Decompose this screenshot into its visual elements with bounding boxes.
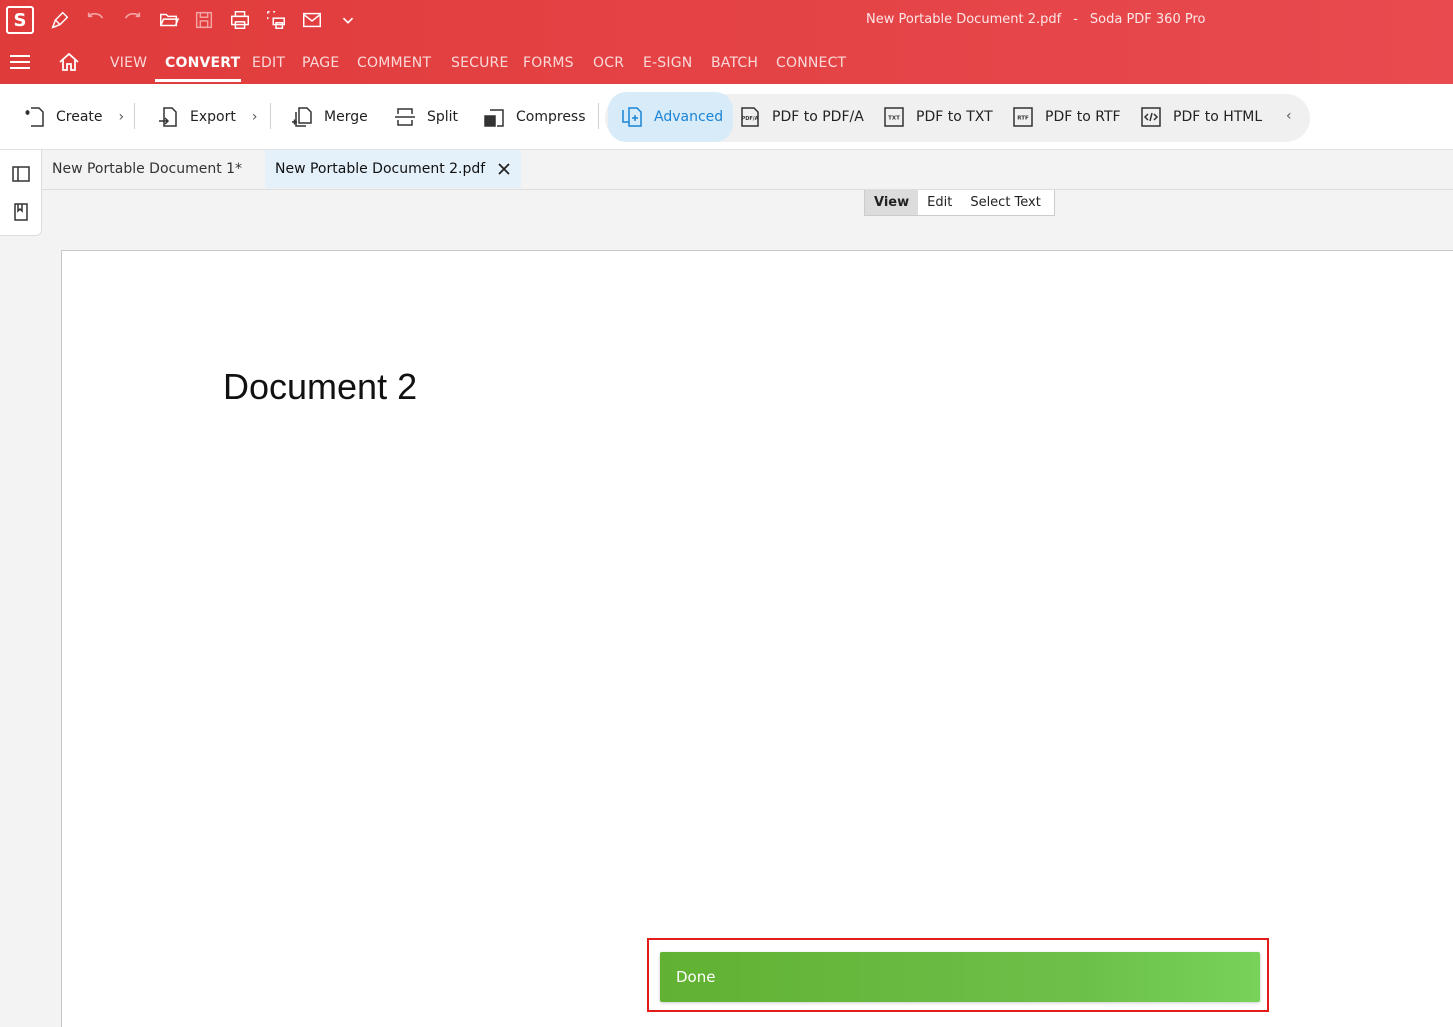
menu-ocr[interactable]: OCR [593, 55, 624, 71]
split-button[interactable]: Split [383, 92, 468, 142]
title-separator: - [1073, 12, 1078, 27]
document-page[interactable]: Document 2 [61, 250, 1453, 1027]
menu-forms[interactable]: FORMS [523, 55, 574, 71]
title-bar: S New Portable Document 2.pdf - Soda PDF 3… [0, 0, 1453, 40]
document-heading: Document 2 [223, 366, 418, 407]
pdf-to-rtf-label: PDF to RTF [1045, 109, 1121, 125]
export-label: Export [190, 109, 236, 125]
tab-document-1[interactable]: New Portable Document 1* [42, 150, 252, 188]
pdf-to-html-label: PDF to HTML [1173, 109, 1263, 125]
side-panel-rail [0, 150, 42, 236]
menu-bar: VIEW CONVERT EDIT PAGE COMMENT SECURE FO… [0, 40, 1453, 84]
pdf-to-txt-button[interactable]: TXT PDF to TXT [872, 92, 1003, 142]
svg-text:PDF/A: PDF/A [742, 116, 759, 122]
tab-label: New Portable Document 2.pdf [275, 161, 486, 177]
view-mode-button[interactable]: View [865, 190, 919, 215]
advanced-convert-icon [622, 107, 642, 127]
export-icon [159, 107, 177, 127]
menu-convert[interactable]: CONVERT [165, 55, 240, 71]
undo-icon[interactable] [84, 8, 108, 32]
compress-label: Compress [516, 109, 586, 125]
window-title: New Portable Document 2.pdf - Soda PDF 360… [866, 12, 1205, 27]
pdf-to-txt-label: PDF to TXT [916, 109, 993, 125]
merge-button[interactable]: Merge [280, 92, 378, 142]
svg-text:TXT: TXT [888, 116, 900, 122]
save-icon[interactable] [192, 8, 216, 32]
menu-secure[interactable]: SECURE [451, 55, 509, 71]
done-notification[interactable]: Done [660, 952, 1260, 1002]
toolbar-divider [134, 103, 135, 129]
print-preview-icon[interactable] [264, 8, 288, 32]
create-label: Create [56, 109, 103, 125]
create-document-icon [25, 107, 44, 127]
pdf-to-pdfa-label: PDF to PDF/A [772, 109, 864, 125]
rtf-file-icon: RTF [1013, 107, 1033, 127]
menu-page[interactable]: PAGE [302, 55, 339, 71]
advanced-button[interactable]: Advanced [608, 92, 734, 142]
toolbar-divider [270, 103, 271, 129]
pen-icon[interactable] [48, 8, 72, 32]
chevron-right-icon: › [118, 109, 125, 125]
home-icon[interactable] [58, 52, 80, 72]
toolbar-divider [598, 103, 599, 129]
menu-comment[interactable]: COMMENT [357, 55, 431, 71]
panel-toggle-icon[interactable] [11, 164, 31, 184]
edit-mode-button[interactable]: Edit [918, 190, 961, 215]
menu-edit[interactable]: EDIT [252, 55, 285, 71]
active-menu-indicator [155, 79, 241, 82]
ribbon-toolbar: Create › Export › Merge Split Compress A… [0, 84, 1453, 150]
menu-view[interactable]: VIEW [110, 55, 147, 71]
chevron-down-icon[interactable] [336, 8, 360, 32]
html-code-icon [1141, 107, 1161, 127]
close-icon[interactable] [497, 162, 511, 176]
create-button[interactable]: Create › [12, 92, 134, 142]
svg-text:RTF: RTF [1017, 116, 1029, 122]
pdf-to-pdfa-button[interactable]: PDF/A PDF to PDF/A [728, 92, 874, 142]
document-title: New Portable Document 2.pdf [866, 12, 1062, 27]
bookmark-icon[interactable] [11, 202, 31, 222]
pdfa-file-icon: PDF/A [741, 107, 759, 127]
pdf-to-rtf-button[interactable]: RTF PDF to RTF [1001, 92, 1131, 142]
tab-label: New Portable Document 1* [52, 161, 243, 177]
compress-button[interactable]: Compress [472, 92, 596, 142]
select-text-mode-button[interactable]: Select Text [961, 190, 1050, 215]
hamburger-menu-icon[interactable] [10, 54, 30, 70]
chevron-left-icon[interactable]: ‹ [1286, 108, 1292, 124]
notification-text: Done [676, 968, 716, 986]
open-folder-icon[interactable] [157, 8, 181, 32]
split-icon [395, 108, 415, 126]
print-icon[interactable] [228, 8, 252, 32]
document-tab-bar: New Portable Document 1* New Portable Do… [42, 150, 1453, 190]
split-label: Split [427, 109, 459, 125]
app-logo[interactable]: S [6, 6, 34, 34]
redo-icon[interactable] [120, 8, 144, 32]
mail-icon[interactable] [300, 8, 324, 32]
advanced-label: Advanced [654, 109, 724, 125]
pdf-to-html-button[interactable]: PDF to HTML [1129, 92, 1272, 142]
menu-esign[interactable]: E-SIGN [643, 55, 692, 71]
merge-label: Merge [324, 109, 368, 125]
export-button[interactable]: Export › [146, 92, 267, 142]
merge-icon [292, 107, 312, 127]
tab-document-2[interactable]: New Portable Document 2.pdf [265, 150, 522, 188]
menu-batch[interactable]: BATCH [711, 55, 758, 71]
app-name: Soda PDF 360 Pro [1089, 12, 1206, 27]
menu-connect[interactable]: CONNECT [776, 55, 846, 71]
txt-file-icon: TXT [884, 107, 904, 127]
compress-icon [484, 109, 504, 127]
chevron-right-icon: › [251, 109, 258, 125]
view-mode-switch: View Edit Select Text [864, 190, 1055, 216]
